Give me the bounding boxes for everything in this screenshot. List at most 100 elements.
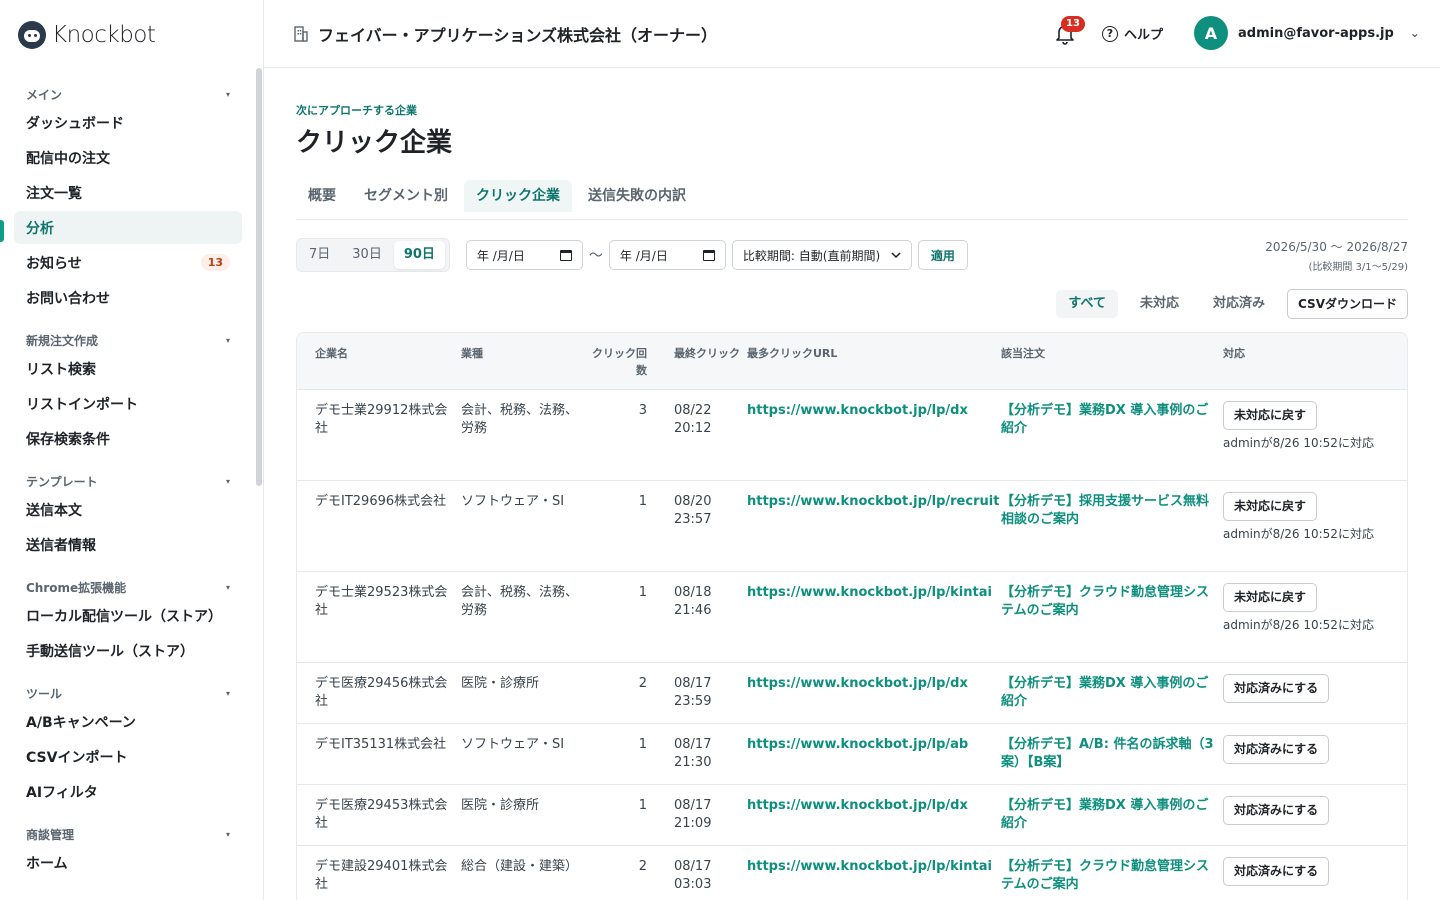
nav-group-title[interactable]: テンプレート ▾: [14, 471, 242, 491]
period-option-0[interactable]: 7日: [299, 241, 340, 269]
sidebar-item-0-2[interactable]: 注文一覧: [14, 176, 242, 209]
company-name[interactable]: デモ建設29401株式会社: [297, 846, 461, 900]
organization-switcher[interactable]: フェイバー・アプリケーションズ株式会社（オーナー）: [294, 22, 717, 46]
sidebar-item-0-0[interactable]: ダッシュボード: [14, 106, 242, 139]
sidebar-item-1-1[interactable]: リストインポート: [14, 387, 242, 420]
sidebar-item-5-0[interactable]: ホーム: [14, 846, 242, 879]
order-link[interactable]: 【分析デモ】業務DX 導入事例のご紹介: [1001, 403, 1208, 436]
sidebar-item-4-2[interactable]: AIフィルタ: [14, 775, 242, 808]
compare-period-select[interactable]: 比較期間: 自動(直前期間): [731, 240, 912, 270]
csv-download-button[interactable]: CSVダウンロード: [1287, 289, 1408, 319]
top-url-cell: https://www.knockbot.jp/lp/kintai: [747, 846, 1001, 900]
order-link[interactable]: 【分析デモ】クラウド勤怠管理システムのご案内: [1001, 859, 1209, 892]
column-header[interactable]: 最多クリックURL: [747, 333, 1001, 389]
tab-3[interactable]: 送信失敗の内訳: [576, 180, 698, 212]
sidebar-item-label: 送信本文: [26, 502, 82, 519]
order-cell: 【分析デモ】業務DX 導入事例のご紹介: [1001, 785, 1223, 845]
sidebar-item-3-1[interactable]: 手動送信ツール（ストア）: [14, 634, 242, 667]
chevron-down-icon: [891, 252, 901, 258]
status-toggle-button[interactable]: 未対応に戻す: [1223, 583, 1318, 612]
order-cell: 【分析デモ】クラウド勤怠管理システムのご案内: [1001, 572, 1223, 662]
top-click-url-link[interactable]: https://www.knockbot.jp/lp/kintai: [747, 585, 992, 600]
top-click-url-link[interactable]: https://www.knockbot.jp/lp/dx: [747, 403, 968, 418]
calendar-icon[interactable]: [702, 249, 715, 261]
current-range: 2026/5/30 〜 2026/8/27: [1265, 240, 1408, 254]
help-link[interactable]: ? ヘルプ: [1102, 24, 1163, 43]
order-link[interactable]: 【分析デモ】業務DX 導入事例のご紹介: [1001, 676, 1208, 709]
sidebar-item-1-0[interactable]: リスト検索: [14, 352, 242, 385]
avatar: A: [1194, 16, 1228, 50]
period-option-2[interactable]: 90日: [393, 241, 445, 269]
tab-0[interactable]: 概要: [296, 180, 348, 212]
top-click-url-link[interactable]: https://www.knockbot.jp/lp/dx: [747, 676, 968, 691]
company-name[interactable]: デモ医療29456株式会社: [297, 663, 461, 723]
order-cell: 【分析デモ】業務DX 導入事例のご紹介: [1001, 663, 1223, 723]
status-filter-0[interactable]: すべて: [1056, 290, 1118, 318]
top-click-url-link[interactable]: https://www.knockbot.jp/lp/dx: [747, 798, 968, 813]
sidebar-item-4-1[interactable]: CSVインポート: [14, 740, 242, 773]
click-count: 3: [638, 403, 647, 418]
nav-group-title[interactable]: 商談管理 ▾: [14, 824, 242, 844]
date-from-input[interactable]: 年 /月/日: [465, 240, 583, 270]
status-filter-2[interactable]: 対応済み: [1201, 290, 1277, 318]
click-count: 1: [638, 585, 647, 600]
sidebar-item-0-3[interactable]: 分析: [14, 211, 242, 244]
last-click: 08/18 21:46: [674, 585, 712, 618]
sidebar-item-2-1[interactable]: 送信者情報: [14, 528, 242, 561]
sidebar-item-label: A/Bキャンペーン: [26, 714, 136, 731]
status-toggle-button[interactable]: 対応済みにする: [1223, 796, 1330, 825]
sidebar-item-2-0[interactable]: 送信本文: [14, 493, 242, 526]
sidebar-scrollbar[interactable]: [256, 68, 262, 486]
nav-group-title[interactable]: Chrome拡張機能 ▾: [14, 577, 242, 597]
status-toggle-button[interactable]: 対応済みにする: [1223, 735, 1330, 764]
company-name[interactable]: デモIT29696株式会社: [297, 481, 461, 571]
order-link[interactable]: 【分析デモ】業務DX 導入事例のご紹介: [1001, 798, 1208, 831]
company-name[interactable]: デモ医療29453株式会社: [297, 785, 461, 845]
top-click-url-link[interactable]: https://www.knockbot.jp/lp/recruit: [747, 494, 999, 509]
company-name[interactable]: デモ士業29523株式会社: [297, 572, 461, 662]
sidebar-item-0-4[interactable]: お知らせ 13: [14, 246, 242, 279]
status-toggle-button[interactable]: 対応済みにする: [1223, 674, 1330, 703]
date-to-input[interactable]: 年 /月/日: [608, 240, 726, 270]
status-toggle-button[interactable]: 未対応に戻す: [1223, 401, 1318, 430]
nav-group-title[interactable]: 新規注文作成 ▾: [14, 330, 242, 350]
sidebar-item-0-5[interactable]: お問い合わせ: [14, 281, 242, 314]
active-nav-marker: [0, 220, 4, 242]
status-filter-1[interactable]: 未対応: [1128, 290, 1191, 318]
app-logo[interactable]: Knockbot: [18, 20, 156, 50]
company-name[interactable]: デモIT35131株式会社: [297, 724, 461, 784]
column-header[interactable]: 最終クリック: [657, 333, 747, 389]
column-header[interactable]: クリック回数: [587, 333, 657, 389]
sidebar-item-0-1[interactable]: 配信中の注文: [14, 141, 242, 174]
column-header[interactable]: 企業名: [297, 333, 461, 389]
action-cell: 未対応に戻す adminが8/26 10:52に対応: [1223, 390, 1407, 480]
column-header: 対応: [1223, 347, 1245, 360]
nav-group-title[interactable]: ツール ▾: [14, 683, 242, 703]
order-link[interactable]: 【分析デモ】A/B: 件名の訴求軸（3案）【B案】: [1001, 737, 1214, 770]
order-link[interactable]: 【分析デモ】採用支援サービス無料相談のご案内: [1001, 494, 1209, 527]
table-row: デモ士業29523株式会社 会計、税務、法務、労務 1 08/18 21:46 http…: [297, 572, 1407, 663]
user-menu[interactable]: A admin@favor-apps.jp ⌄: [1194, 16, 1420, 50]
sidebar-item-3-0[interactable]: ローカル配信ツール（ストア）: [14, 599, 242, 632]
sidebar-item-label: 注文一覧: [26, 185, 82, 202]
period-option-1[interactable]: 30日: [342, 241, 392, 269]
click-count: 1: [638, 494, 647, 509]
calendar-icon[interactable]: [559, 249, 572, 261]
top-click-url-link[interactable]: https://www.knockbot.jp/lp/kintai: [747, 859, 992, 874]
company-name[interactable]: デモ士業29912株式会社: [297, 390, 461, 480]
sidebar-item-1-2[interactable]: 保存検索条件: [14, 422, 242, 455]
status-toggle-button[interactable]: 対応済みにする: [1223, 857, 1330, 886]
compare-period-value: 比較期間: 自動(直前期間): [742, 248, 881, 263]
column-header[interactable]: 業種: [461, 333, 587, 389]
help-label: ヘルプ: [1124, 28, 1164, 43]
date-to-value: 年 /月/日: [619, 248, 668, 263]
order-link[interactable]: 【分析デモ】クラウド勤怠管理システムのご案内: [1001, 585, 1209, 618]
caret-down-icon: ▾: [225, 476, 230, 486]
tab-1[interactable]: セグメント別: [352, 180, 460, 212]
status-toggle-button[interactable]: 未対応に戻す: [1223, 492, 1318, 521]
sidebar-item-4-0[interactable]: A/Bキャンペーン: [14, 705, 242, 738]
top-click-url-link[interactable]: https://www.knockbot.jp/lp/ab: [747, 737, 968, 752]
apply-button[interactable]: 適用: [917, 240, 968, 270]
nav-group-title[interactable]: メイン ▾: [14, 84, 242, 104]
tab-2[interactable]: クリック企業: [464, 180, 572, 212]
